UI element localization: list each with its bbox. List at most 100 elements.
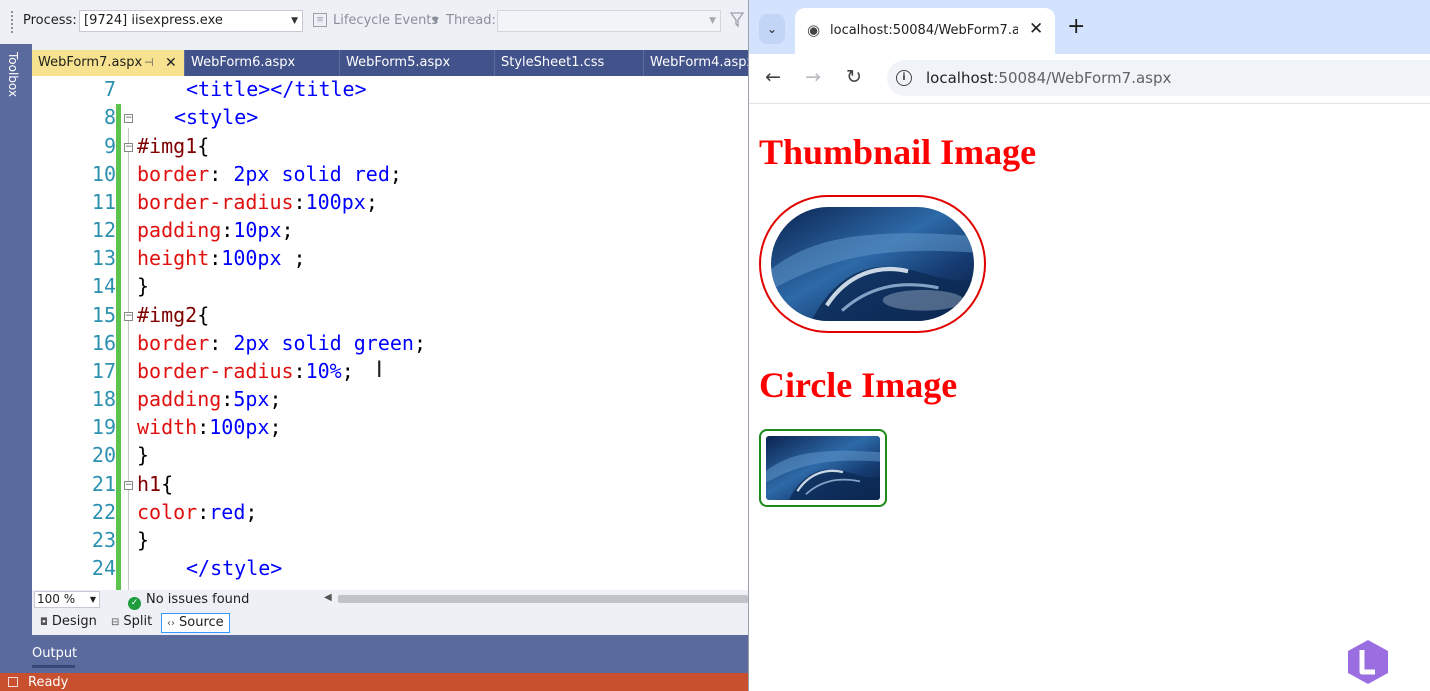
code-token: h1 — [137, 472, 162, 496]
code-token: #img2 — [137, 303, 198, 327]
forward-arrow-icon[interactable]: → — [805, 66, 821, 88]
code-token: } — [137, 443, 150, 467]
line-number: 10 — [91, 162, 116, 186]
browser-tab-title: localhost:50084/WebForm7.aspx — [830, 23, 1018, 38]
toolbar-grip[interactable] — [10, 10, 14, 34]
process-select[interactable]: [9724] iisexpress.exe ▼ — [79, 10, 303, 32]
thread-select[interactable]: ▼ — [497, 10, 721, 32]
url-path: :50084/WebForm7.aspx — [993, 69, 1172, 87]
code-line: } — [137, 443, 149, 467]
collapse-icon[interactable]: − — [124, 143, 133, 152]
zoom-select[interactable]: 100 % ▼ — [34, 591, 100, 608]
zoom-value: 100 % — [37, 592, 76, 606]
car-photo-image — [771, 207, 974, 321]
line-number: 19 — [91, 415, 116, 439]
status-icon — [8, 677, 18, 687]
browser-tab-strip: ⌄ ◉ localhost:50084/WebForm7.aspx ✕ + — [749, 0, 1430, 54]
design-label: Design — [51, 614, 97, 629]
code-token: <style> — [174, 105, 259, 129]
split-view-button[interactable]: ⊟ Split — [106, 613, 157, 633]
scroll-left-icon[interactable]: ◀ — [324, 592, 332, 603]
code-token: 100px — [209, 415, 270, 439]
code-token: color — [137, 500, 198, 524]
status-text: Ready — [28, 675, 69, 690]
new-tab-button[interactable]: + — [1067, 14, 1085, 39]
lifecycle-events-label[interactable]: Lifecycle Events — [333, 13, 438, 28]
address-bar[interactable]: i localhost:50084/WebForm7.aspx — [887, 60, 1430, 96]
code-token: 5px — [233, 387, 270, 411]
code-line: #img2{ — [137, 303, 209, 327]
tab-webform4[interactable]: WebForm4.aspx — [644, 50, 748, 76]
collapse-icon[interactable]: − — [124, 114, 133, 123]
line-number: 21 — [91, 472, 116, 496]
collapse-icon[interactable]: − — [124, 312, 133, 321]
process-value: [9724] iisexpress.exe — [84, 13, 223, 28]
line-number: 15 — [91, 303, 116, 327]
back-arrow-icon[interactable]: ← — [765, 66, 781, 88]
tab-label: WebForm6.aspx — [191, 55, 296, 70]
output-panel-tab: Output — [0, 635, 748, 673]
circle-image — [759, 429, 887, 507]
code-line: padding:5px; — [137, 387, 282, 411]
thumbnail-image — [759, 195, 986, 333]
close-icon[interactable]: ✕ — [165, 50, 177, 76]
browser-window: ⌄ ◉ localhost:50084/WebForm7.aspx ✕ + ← … — [748, 0, 1430, 691]
code-line: #img1{ — [137, 134, 209, 158]
design-icon: ◘ — [40, 617, 48, 628]
collapse-icon[interactable]: − — [124, 481, 133, 490]
address-url[interactable]: localhost:50084/WebForm7.aspx — [926, 69, 1171, 87]
code-token: padding — [137, 387, 222, 411]
issues-indicator[interactable]: ✓ No issues found — [128, 591, 249, 610]
code-line: } — [137, 528, 149, 552]
reload-icon[interactable]: ↻ — [846, 66, 862, 88]
toolbox-strip — [0, 44, 32, 635]
line-number: 22 — [91, 500, 116, 524]
thread-label: Thread: — [446, 13, 496, 28]
code-token: { — [161, 472, 174, 496]
view-switcher: ◘ Design ⊟ Split ‹› Source — [32, 610, 748, 635]
design-view-button[interactable]: ◘ Design — [35, 613, 102, 633]
info-icon[interactable]: i — [896, 70, 912, 86]
code-token: width — [137, 415, 198, 439]
horizontal-scrollbar[interactable] — [338, 595, 748, 603]
code-line: <title></title> — [186, 77, 367, 101]
source-icon: ‹› — [167, 618, 175, 629]
chevron-down-icon: ▼ — [709, 16, 716, 26]
split-label: Split — [123, 614, 153, 629]
code-token: border — [137, 331, 210, 355]
code-token: height — [137, 246, 210, 270]
tab-label: WebForm7.aspx — [38, 55, 143, 70]
tab-search-button[interactable]: ⌄ — [759, 14, 785, 44]
filter-icon[interactable] — [730, 12, 744, 28]
line-number: 13 — [91, 246, 116, 270]
code-token: </style> — [186, 556, 283, 580]
tab-webform7[interactable]: WebForm7.aspx ⊣ ✕ — [32, 50, 185, 76]
code-token: <title></title> — [186, 77, 367, 101]
code-token: 10px — [233, 218, 282, 242]
toolbox-tab[interactable]: Toolbox — [6, 52, 20, 97]
code-token: border-radius — [137, 359, 294, 383]
code-token: padding — [137, 218, 222, 242]
code-line: } — [137, 274, 149, 298]
code-line: <style> — [174, 105, 258, 129]
source-view-button[interactable]: ‹› Source — [161, 613, 230, 633]
tab-stylesheet1[interactable]: StyleSheet1.css — [495, 50, 644, 76]
line-number: 20 — [91, 443, 116, 467]
split-icon: ⊟ — [111, 617, 120, 628]
close-icon[interactable]: ✕ — [1029, 19, 1043, 39]
globe-icon: ◉ — [807, 21, 821, 39]
pin-icon[interactable]: ⊣ — [144, 50, 154, 76]
text-cursor-icon: I — [376, 358, 383, 383]
code-token: ; — [293, 246, 306, 270]
output-tab[interactable]: Output — [32, 646, 77, 661]
code-line: border: 2px solid red; — [137, 162, 402, 186]
tab-webform6[interactable]: WebForm6.aspx — [185, 50, 340, 76]
code-editor[interactable]: 7 8 9 10 11 12 13 14 15 16 17 18 19 20 2… — [32, 76, 748, 590]
tab-webform5[interactable]: WebForm5.aspx — [340, 50, 495, 76]
code-line: </style> — [186, 556, 282, 580]
lifecycle-chevron-down-icon[interactable]: ▼ — [432, 16, 439, 26]
code-token: #img1 — [137, 134, 198, 158]
output-tab-indicator — [32, 665, 75, 668]
code-token: } — [137, 528, 150, 552]
browser-tab[interactable]: ◉ localhost:50084/WebForm7.aspx ✕ — [795, 8, 1055, 54]
